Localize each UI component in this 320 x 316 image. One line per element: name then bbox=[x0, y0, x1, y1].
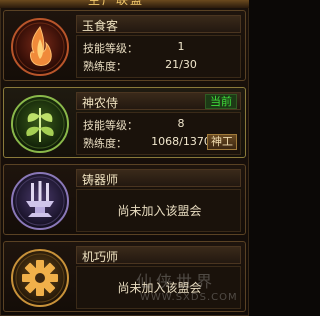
profession-card-zhuqishi[interactable]: 铸器师 尚未加入该盟会 bbox=[3, 164, 246, 235]
skill-level-label: 技能等级： bbox=[83, 119, 138, 132]
herb-icon bbox=[11, 95, 69, 153]
shengong-button[interactable]: 神工 bbox=[207, 134, 237, 150]
skill-level-value: 8 bbox=[177, 117, 185, 130]
alliance-panel: 生产联盟 玉食客 技能等级： 1 熟练度： 21/30 神农侍 当前 技能等级：… bbox=[0, 0, 249, 316]
skill-level-value: 1 bbox=[177, 40, 185, 53]
profession-info: 技能等级： 8 熟练度： 1068/1370 神工 bbox=[76, 112, 241, 155]
proficiency-row: 熟练度： 21/30 bbox=[83, 58, 238, 74]
profession-info: 技能等级： 1 熟练度： 21/30 bbox=[76, 35, 241, 78]
panel-title: 生产联盟 bbox=[88, 0, 145, 7]
flame-icon bbox=[11, 18, 69, 76]
current-status-badge: 当前 bbox=[205, 94, 237, 109]
profession-card-shennongshi[interactable]: 神农侍 当前 技能等级： 8 熟练度： 1068/1370 神工 bbox=[3, 87, 246, 158]
profession-name: 铸器师 bbox=[82, 173, 119, 187]
profession-name: 机巧师 bbox=[82, 250, 119, 264]
proficiency-value: 21/30 bbox=[165, 58, 197, 71]
proficiency-value: 1068/1370 bbox=[151, 135, 211, 148]
proficiency-label: 熟练度： bbox=[83, 137, 127, 150]
profession-info: 尚未加入该盟会 bbox=[76, 189, 241, 232]
gear-icon bbox=[11, 249, 69, 307]
watermark-url: WWW.SXDS.COM bbox=[140, 292, 238, 303]
profession-name-plate: 机巧师 bbox=[76, 246, 241, 264]
profession-name-plate: 神农侍 当前 bbox=[76, 92, 241, 110]
profession-card-yushike[interactable]: 玉食客 技能等级： 1 熟练度： 21/30 bbox=[3, 10, 246, 81]
skill-level-label: 技能等级： bbox=[83, 42, 138, 55]
anvil-icon bbox=[11, 172, 69, 230]
skill-level-row: 技能等级： 8 bbox=[83, 117, 238, 133]
skill-level-row: 技能等级： 1 bbox=[83, 40, 238, 56]
panel-title-bar: 生产联盟 bbox=[0, 0, 249, 8]
proficiency-label: 熟练度： bbox=[83, 60, 127, 73]
profession-name: 玉食客 bbox=[82, 19, 119, 33]
watermark-text: 仙侠世界 bbox=[136, 272, 217, 291]
profession-name: 神农侍 bbox=[82, 96, 119, 110]
not-joined-text: 尚未加入该盟会 bbox=[117, 204, 202, 218]
profession-name-plate: 玉食客 bbox=[76, 15, 241, 33]
profession-name-plate: 铸器师 bbox=[76, 169, 241, 187]
